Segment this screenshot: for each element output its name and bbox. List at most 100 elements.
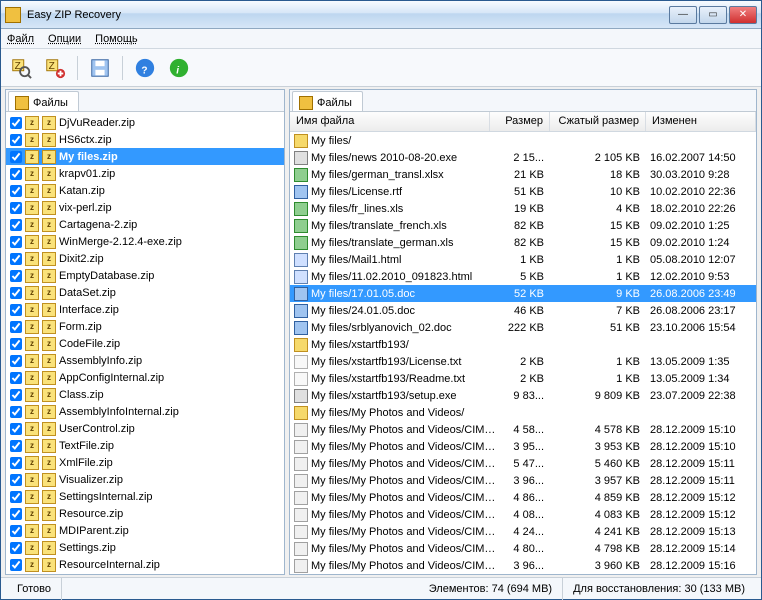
file-row[interactable]: My files/My Photos and Videos/CIMG4583..… bbox=[290, 540, 756, 557]
file-row[interactable]: My files/License.rtf51 KB10 KB10.02.2010… bbox=[290, 183, 756, 200]
close-button[interactable]: ✕ bbox=[729, 6, 757, 24]
tool-info-button[interactable]: i bbox=[165, 54, 193, 82]
archive-checkbox[interactable] bbox=[10, 474, 22, 486]
archive-checkbox[interactable] bbox=[10, 542, 22, 554]
file-row[interactable]: My files/xstartfb193/ bbox=[290, 336, 756, 353]
col-compressed-size[interactable]: Сжатый размер bbox=[550, 112, 646, 131]
archive-row[interactable]: zzDataSet.zip bbox=[6, 284, 284, 301]
file-row[interactable]: My files/My Photos and Videos/CIMG4576..… bbox=[290, 421, 756, 438]
archive-checkbox[interactable] bbox=[10, 338, 22, 350]
archive-row[interactable]: zzCodeFile.zip bbox=[6, 335, 284, 352]
archive-checkbox[interactable] bbox=[10, 270, 22, 282]
tool-help-button[interactable]: ? bbox=[131, 54, 159, 82]
archive-checkbox[interactable] bbox=[10, 491, 22, 503]
file-row[interactable]: My files/My Photos and Videos/CIMG4582..… bbox=[290, 523, 756, 540]
archive-row[interactable]: zzClass.zip bbox=[6, 386, 284, 403]
archive-checkbox[interactable] bbox=[10, 185, 22, 197]
archive-row[interactable]: zzWinMerge-2.12.4-exe.zip bbox=[6, 233, 284, 250]
file-row[interactable]: My files/xstartfb193/Readme.txt2 KB1 KB1… bbox=[290, 370, 756, 387]
archive-checkbox[interactable] bbox=[10, 559, 22, 571]
archive-list[interactable]: zzDjVuReader.zipzzHS6ctx.zipzzMy files.z… bbox=[6, 112, 284, 574]
file-row[interactable]: My files/ bbox=[290, 132, 756, 149]
file-row[interactable]: My files/fr_lines.xls19 KB4 KB18.02.2010… bbox=[290, 200, 756, 217]
archive-checkbox[interactable] bbox=[10, 321, 22, 333]
file-row[interactable]: My files/german_transl.xlsx21 KB18 KB30.… bbox=[290, 166, 756, 183]
archive-checkbox[interactable] bbox=[10, 151, 22, 163]
tab-files-right[interactable]: Файлы bbox=[292, 91, 363, 111]
archive-checkbox[interactable] bbox=[10, 202, 22, 214]
archive-row[interactable]: zzKatan.zip bbox=[6, 182, 284, 199]
tool-add-zip-button[interactable]: Z bbox=[41, 54, 69, 82]
archive-checkbox[interactable] bbox=[10, 440, 22, 452]
archive-row[interactable]: zzvix-perl.zip bbox=[6, 199, 284, 216]
file-row[interactable]: My files/Mail1.html1 KB1 KB05.08.2010 12… bbox=[290, 251, 756, 268]
archive-row[interactable]: zzDixit2.zip bbox=[6, 250, 284, 267]
minimize-button[interactable]: — bbox=[669, 6, 697, 24]
archive-checkbox[interactable] bbox=[10, 525, 22, 537]
archive-row[interactable]: zzForm.zip bbox=[6, 573, 284, 574]
archive-row[interactable]: zzEmptyDatabase.zip bbox=[6, 267, 284, 284]
archive-checkbox[interactable] bbox=[10, 236, 22, 248]
archive-row[interactable]: zzTextFile.zip bbox=[6, 437, 284, 454]
file-row[interactable]: My files/24.01.05.doc46 KB7 KB26.08.2006… bbox=[290, 302, 756, 319]
titlebar[interactable]: Easy ZIP Recovery — ▭ ✕ bbox=[1, 1, 761, 29]
file-row[interactable]: My files/My Photos and Videos/CIMG4577..… bbox=[290, 438, 756, 455]
file-row[interactable]: My files/17.01.05.doc52 KB9 KB26.08.2006… bbox=[290, 285, 756, 302]
archive-row[interactable]: zzVisualizer.zip bbox=[6, 471, 284, 488]
archive-checkbox[interactable] bbox=[10, 219, 22, 231]
menu-options[interactable]: Опции bbox=[48, 33, 81, 45]
file-row[interactable]: My files/srblyanovich_02.doc222 KB51 KB2… bbox=[290, 319, 756, 336]
archive-checkbox[interactable] bbox=[10, 117, 22, 129]
archive-row[interactable]: zzXmlFile.zip bbox=[6, 454, 284, 471]
archive-row[interactable]: zzUserControl.zip bbox=[6, 420, 284, 437]
archive-checkbox[interactable] bbox=[10, 406, 22, 418]
archive-row[interactable]: zzAssemblyInfoInternal.zip bbox=[6, 403, 284, 420]
col-size[interactable]: Размер bbox=[490, 112, 550, 131]
archive-checkbox[interactable] bbox=[10, 304, 22, 316]
archive-row[interactable]: zzDjVuReader.zip bbox=[6, 114, 284, 131]
archive-checkbox[interactable] bbox=[10, 134, 22, 146]
menu-help[interactable]: Помощь bbox=[95, 33, 138, 45]
file-row[interactable]: My files/My Photos and Videos/CIMG4584..… bbox=[290, 557, 756, 574]
file-row[interactable]: My files/My Photos and Videos/ bbox=[290, 404, 756, 421]
file-row[interactable]: My files/My Photos and Videos/CIMG4579..… bbox=[290, 472, 756, 489]
archive-checkbox[interactable] bbox=[10, 355, 22, 367]
col-name[interactable]: Имя файла bbox=[290, 112, 490, 131]
archive-row[interactable]: zzHS6ctx.zip bbox=[6, 131, 284, 148]
archive-row[interactable]: zzMy files.zip bbox=[6, 148, 284, 165]
archive-checkbox[interactable] bbox=[10, 287, 22, 299]
archive-row[interactable]: zzAppConfigInternal.zip bbox=[6, 369, 284, 386]
archive-row[interactable]: zzInterface.zip bbox=[6, 301, 284, 318]
file-row[interactable]: My files/translate_french.xls82 KB15 KB0… bbox=[290, 217, 756, 234]
archive-checkbox[interactable] bbox=[10, 389, 22, 401]
menu-file[interactable]: Файл bbox=[7, 33, 34, 45]
tool-scan-zip-button[interactable]: Z bbox=[7, 54, 35, 82]
file-row[interactable]: My files/My Photos and Videos/CIMG4580..… bbox=[290, 489, 756, 506]
tab-files-left[interactable]: Файлы bbox=[8, 91, 79, 111]
archive-row[interactable]: zzCartagena-2.zip bbox=[6, 216, 284, 233]
tool-save-button[interactable] bbox=[86, 54, 114, 82]
file-row[interactable]: My files/11.02.2010_091823.html5 KB1 KB1… bbox=[290, 268, 756, 285]
archive-checkbox[interactable] bbox=[10, 253, 22, 265]
archive-row[interactable]: zzResource.zip bbox=[6, 505, 284, 522]
file-row[interactable]: My files/translate_german.xls82 KB15 KB0… bbox=[290, 234, 756, 251]
maximize-button[interactable]: ▭ bbox=[699, 6, 727, 24]
archive-row[interactable]: zzSettings.zip bbox=[6, 539, 284, 556]
archive-row[interactable]: zzForm.zip bbox=[6, 318, 284, 335]
file-grid[interactable]: My files/My files/news 2010-08-20.exe2 1… bbox=[290, 132, 756, 574]
archive-checkbox[interactable] bbox=[10, 508, 22, 520]
archive-checkbox[interactable] bbox=[10, 168, 22, 180]
archive-checkbox[interactable] bbox=[10, 372, 22, 384]
archive-row[interactable]: zzSettingsInternal.zip bbox=[6, 488, 284, 505]
file-row[interactable]: My files/news 2010-08-20.exe2 15...2 105… bbox=[290, 149, 756, 166]
archive-row[interactable]: zzAssemblyInfo.zip bbox=[6, 352, 284, 369]
archive-row[interactable]: zzResourceInternal.zip bbox=[6, 556, 284, 573]
file-row[interactable]: My files/xstartfb193/License.txt2 KB1 KB… bbox=[290, 353, 756, 370]
archive-checkbox[interactable] bbox=[10, 457, 22, 469]
file-row[interactable]: My files/My Photos and Videos/CIMG4578..… bbox=[290, 455, 756, 472]
file-row[interactable]: My files/My Photos and Videos/CIMG4581..… bbox=[290, 506, 756, 523]
file-row[interactable]: My files/xstartfb193/setup.exe9 83...9 8… bbox=[290, 387, 756, 404]
archive-row[interactable]: zzkrapv01.zip bbox=[6, 165, 284, 182]
archive-row[interactable]: zzMDIParent.zip bbox=[6, 522, 284, 539]
col-modified[interactable]: Изменен bbox=[646, 112, 756, 131]
